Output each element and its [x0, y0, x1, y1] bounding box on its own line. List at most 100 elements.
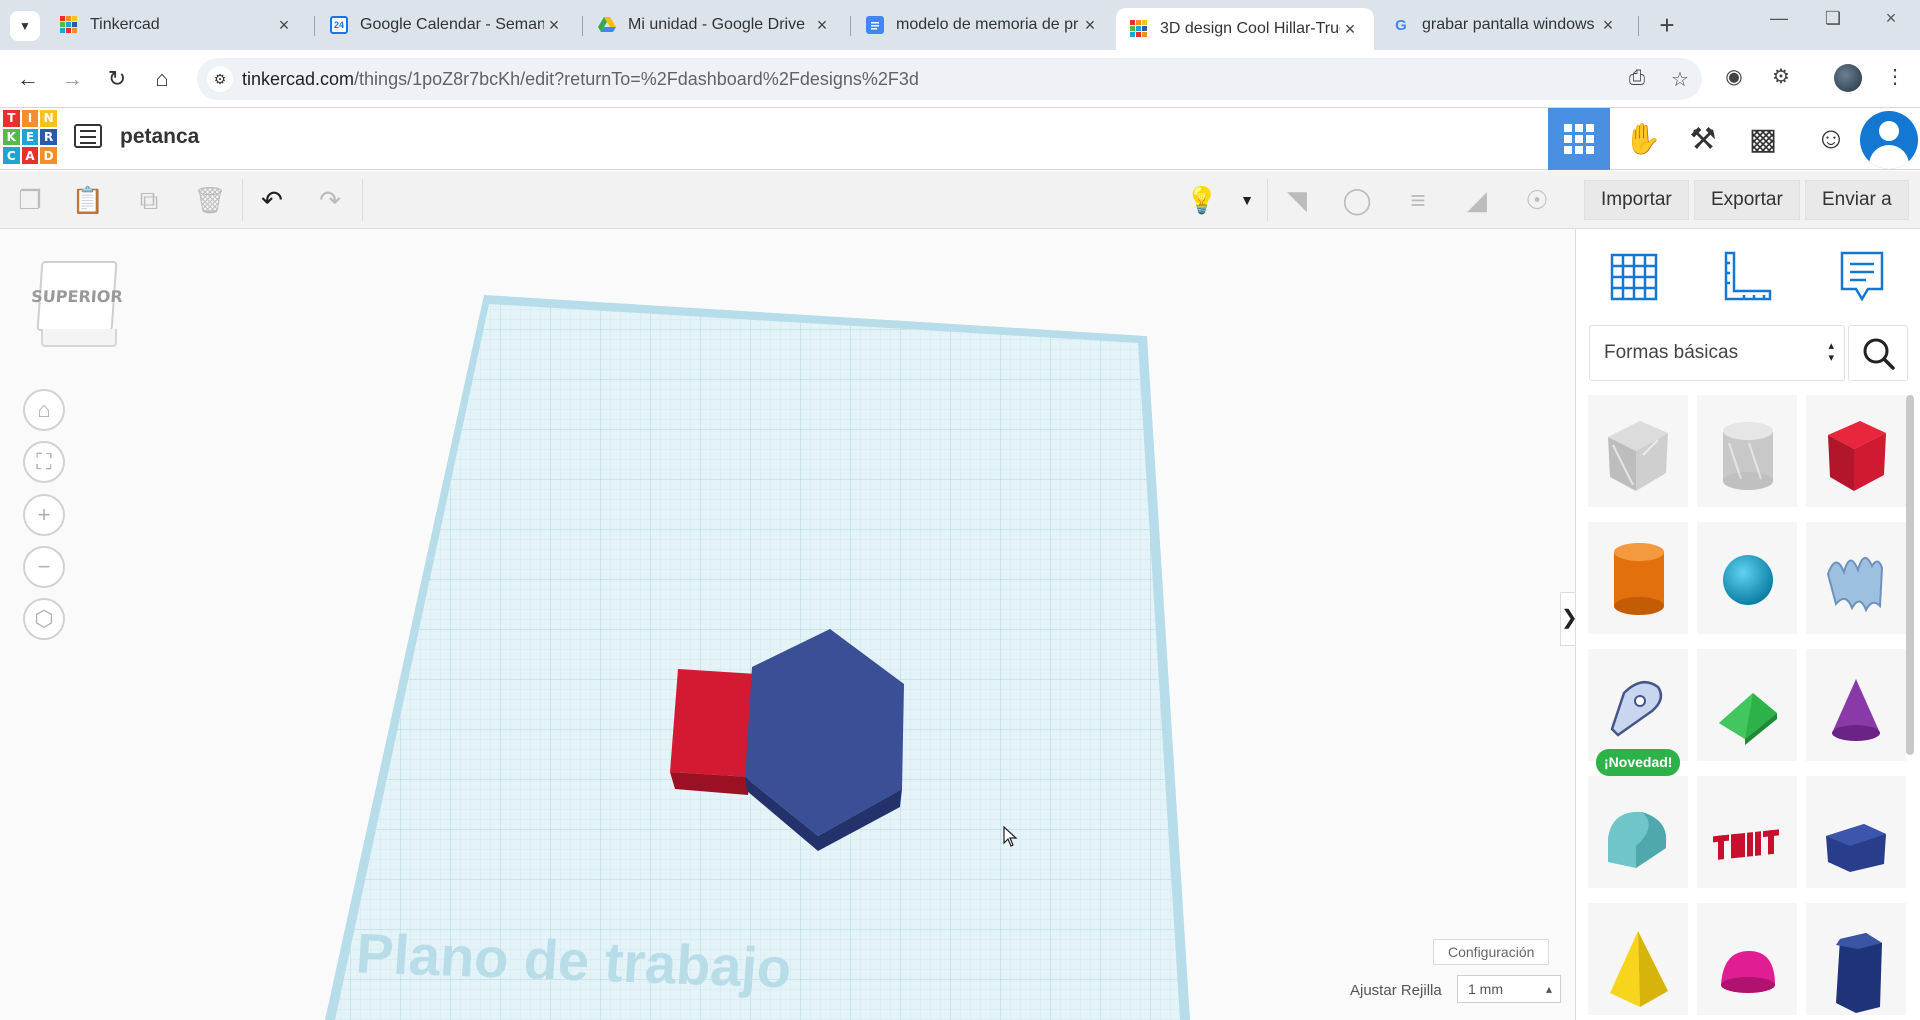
close-icon[interactable]: ×	[1598, 15, 1618, 36]
back-arrow-icon[interactable]: ←	[13, 64, 43, 94]
blocks-hand-icon[interactable]: ✋	[1612, 108, 1674, 170]
minecraft-pickaxe-icon[interactable]: ⚒	[1672, 108, 1734, 170]
shape-polygon[interactable]	[1806, 776, 1906, 888]
docs-icon	[866, 16, 884, 34]
paste-icon[interactable]: 📋	[71, 183, 105, 217]
shape-half-sphere[interactable]	[1697, 903, 1797, 1015]
settings-button[interactable]: Configuración	[1433, 939, 1550, 965]
shape-cone[interactable]	[1806, 649, 1906, 761]
design-canvas[interactable]: Plano de trabajo SUPERIOR ⌂ ⛶ + − ⬡ ❯ Co…	[0, 229, 1578, 1020]
close-icon[interactable]: ×	[274, 15, 294, 36]
zoom-in-icon[interactable]: +	[23, 494, 65, 536]
user-avatar[interactable]	[1860, 111, 1918, 169]
grid-panel-icon[interactable]	[1604, 247, 1664, 307]
shape-box[interactable]	[1806, 395, 1906, 507]
app-header: T I N K E R C A D petanca ✋ ⚒ ▩ ☺	[0, 108, 1920, 170]
ruler-icon[interactable]	[1716, 247, 1776, 307]
collapse-panel-chevron-icon[interactable]: ❯	[1560, 592, 1578, 646]
drive-icon	[598, 16, 616, 34]
delete-trash-icon[interactable]: 🗑	[193, 183, 227, 217]
zoom-out-icon[interactable]: −	[23, 546, 65, 588]
notes-comment-icon[interactable]	[1832, 247, 1892, 307]
forward-arrow-icon[interactable]: →	[57, 64, 87, 94]
tab-search-button[interactable]: ▼	[10, 11, 40, 41]
duplicate-icon[interactable]: ⧉	[132, 183, 166, 217]
close-icon[interactable]: ×	[812, 15, 832, 36]
shape-pyramid[interactable]	[1588, 903, 1688, 1015]
align-icon[interactable]: ≡	[1401, 183, 1435, 217]
browser-tab[interactable]: modelo de memoria de pr ×	[852, 8, 1114, 42]
view-cube[interactable]: SUPERIOR	[31, 261, 123, 351]
tinkercad-logo[interactable]: T I N K E R C A D	[3, 110, 57, 164]
fit-view-icon[interactable]: ⛶	[23, 441, 65, 483]
url-field[interactable]: ⚙ tinkercad.com/things/1poZ8r7bcKh/edit?…	[197, 58, 1702, 100]
shape-roof[interactable]	[1697, 649, 1797, 761]
tab-divider	[582, 16, 583, 36]
invite-user-icon[interactable]: ☺	[1800, 108, 1862, 170]
panel-scrollbar[interactable]	[1906, 395, 1914, 755]
design-name[interactable]: petanca	[120, 125, 199, 149]
browser-tab[interactable]: 24 Google Calendar - Semana ×	[316, 8, 578, 42]
export-button[interactable]: Exportar	[1694, 180, 1800, 220]
mouse-pointer-icon	[1003, 826, 1018, 847]
toolbar-divider	[242, 179, 243, 221]
design-list-icon[interactable]	[74, 124, 102, 148]
reload-icon[interactable]: ↻	[102, 64, 132, 94]
shape-scribble[interactable]	[1806, 522, 1906, 634]
shape-cylinder[interactable]	[1588, 522, 1688, 634]
browser-profile-avatar[interactable]	[1834, 64, 1862, 92]
shape-hexagonal-prism[interactable]	[1806, 903, 1906, 1015]
view-cube-top-face[interactable]: SUPERIOR	[31, 261, 123, 331]
shape-cylinder-hole[interactable]	[1697, 395, 1797, 507]
url-path: /things/1poZ8r7bcKh/edit?returnTo=%2Fdas…	[354, 69, 919, 89]
logo-letter: T	[3, 110, 20, 127]
lightbulb-icon[interactable]: 💡	[1185, 183, 1219, 217]
home-icon[interactable]: ⌂	[147, 64, 177, 94]
copy-icon[interactable]: ❐	[13, 183, 47, 217]
close-icon[interactable]: ×	[1340, 19, 1360, 40]
extensions-puzzle-icon[interactable]: ⚙	[1766, 64, 1796, 89]
ungroup-shape-icon[interactable]: ◯	[1340, 183, 1374, 217]
shape-box-hole[interactable]	[1588, 395, 1688, 507]
snap-grid-label: Ajustar Rejilla	[1350, 982, 1442, 999]
bookmark-star-icon[interactable]: ☆	[1667, 67, 1693, 92]
browser-address-bar: ← → ↻ ⌂ ⚙ tinkercad.com/things/1poZ8r7bc…	[0, 50, 1920, 108]
redo-icon[interactable]: ↷	[313, 183, 347, 217]
browser-tab[interactable]: Mi unidad - Google Drive ×	[584, 8, 846, 42]
group-shape-icon[interactable]: ◥	[1280, 183, 1314, 217]
shape-category-select[interactable]: Formas básicas	[1589, 325, 1845, 381]
perspective-cube-icon[interactable]: ⬡	[23, 598, 65, 640]
undo-icon[interactable]: ↶	[255, 183, 289, 217]
shape-search-button[interactable]	[1848, 325, 1908, 381]
shape-round-roof[interactable]	[1588, 776, 1688, 888]
home-view-icon[interactable]: ⌂	[23, 389, 65, 431]
browser-tab[interactable]: G grabar pantalla windows 1 ×	[1378, 8, 1632, 42]
shape-text[interactable]	[1697, 776, 1797, 888]
shape-sketch-pen[interactable]	[1588, 649, 1688, 761]
send-to-button[interactable]: Enviar a	[1805, 180, 1909, 220]
restore-icon[interactable]: ❏	[1813, 8, 1853, 29]
close-icon[interactable]: ×	[544, 15, 564, 36]
install-app-icon[interactable]: ⎙	[1624, 67, 1650, 90]
window-close-icon[interactable]: ×	[1871, 8, 1911, 29]
browser-tab-active[interactable]: 3D design Cool Hillar-Trug ×	[1116, 8, 1374, 50]
shape-sphere[interactable]	[1697, 522, 1797, 634]
cruise-icon[interactable]: ☉	[1520, 183, 1554, 217]
new-tab-plus-icon[interactable]: +	[1652, 10, 1682, 41]
snap-grid-select[interactable]: 1 mm	[1457, 975, 1561, 1003]
workplane-scene[interactable]	[0, 229, 1575, 1020]
toolbar-divider	[1267, 179, 1268, 221]
more-vertical-icon[interactable]: ⋮	[1880, 64, 1910, 89]
shapes-panel: Formas básicas	[1575, 229, 1920, 1020]
bricks-icon[interactable]: ▩	[1732, 108, 1794, 170]
extension-robot-icon[interactable]: ◉	[1719, 64, 1749, 89]
import-button[interactable]: Importar	[1584, 180, 1689, 220]
close-icon[interactable]: ×	[1080, 15, 1100, 36]
mirror-icon[interactable]: ◢	[1460, 183, 1494, 217]
minimize-icon[interactable]: —	[1759, 8, 1799, 29]
3d-design-grid-icon[interactable]	[1548, 108, 1610, 170]
site-info-icon[interactable]: ⚙	[207, 66, 233, 92]
chevron-down-icon[interactable]: ▼	[1230, 183, 1264, 217]
new-badge: ¡Novedad!	[1596, 749, 1681, 776]
browser-tab[interactable]: Tinkercad ×	[46, 8, 308, 42]
